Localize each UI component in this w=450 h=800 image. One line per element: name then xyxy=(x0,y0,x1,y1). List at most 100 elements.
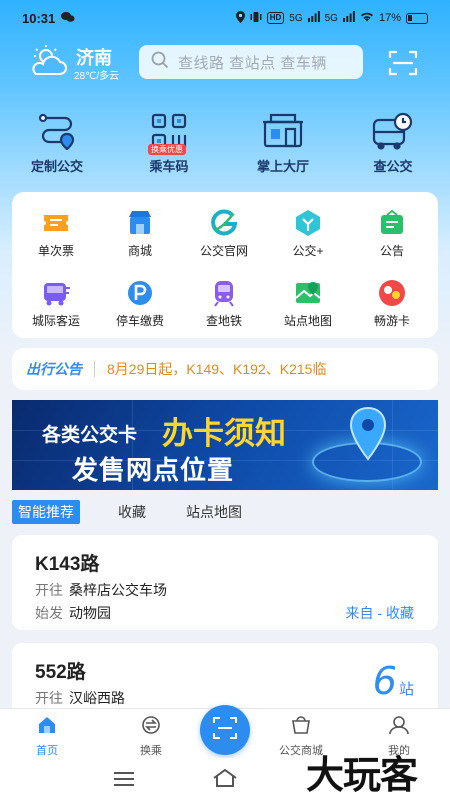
intercity-icon xyxy=(41,278,71,308)
home-icon xyxy=(37,717,57,739)
service-station-map[interactable]: 站点地图 xyxy=(268,278,348,329)
service-parking[interactable]: 停车缴费 xyxy=(100,278,180,329)
route-source-favorite[interactable]: 来自 - 收藏 xyxy=(346,603,414,623)
promo-banner[interactable]: 各类公交卡 办卡须知 发售网点位置 xyxy=(12,400,438,490)
route-destination: 开往 汉峪西路 xyxy=(35,688,125,708)
search-icon xyxy=(151,51,169,74)
scan-icon[interactable] xyxy=(388,50,418,76)
service-label: 公交官网 xyxy=(199,244,248,258)
quick-action-label: 掌上大厅 xyxy=(256,159,309,174)
route-card[interactable]: K143路 开往 桑梓店公交车场 始发 动物园 来自 - 收藏 xyxy=(12,535,438,630)
banner-line-2: 发售网点位置 xyxy=(72,455,235,485)
network-label-2: 5G xyxy=(324,12,338,24)
route-origin: 始发 动物园 xyxy=(35,603,111,623)
service-label: 公交+ xyxy=(292,244,324,258)
station-map-icon xyxy=(293,278,323,308)
route-to-value: 桑梓店公交车场 xyxy=(69,582,167,598)
service-label: 查地铁 xyxy=(205,314,242,328)
route-to-value: 汉峪西路 xyxy=(69,690,125,706)
route-from-value: 动物园 xyxy=(69,605,111,621)
service-announcement[interactable]: 公告 xyxy=(352,208,432,259)
bus-clock-icon xyxy=(348,112,438,150)
bus-plus-icon xyxy=(293,208,323,238)
route-name: 552路 xyxy=(35,662,86,683)
official-site-icon xyxy=(209,208,239,238)
banner-line-1a: 各类公交卡 xyxy=(42,425,138,446)
route-to-label: 开往 xyxy=(35,582,63,598)
route-to-label: 开往 xyxy=(35,690,63,706)
quick-action-custom-bus[interactable]: 定制公交 xyxy=(12,112,102,175)
services-grid: 单次票 商城 公交官网 公交+ 公告 城际客运 停车缴费 查地铁 站点地图 畅游… xyxy=(12,192,438,338)
nav-scan[interactable] xyxy=(200,705,250,755)
nav-home[interactable]: 首页 xyxy=(2,715,92,758)
quick-action-label: 查公交 xyxy=(373,159,413,174)
service-label: 商城 xyxy=(127,244,152,258)
tab-favorites[interactable]: 收藏 xyxy=(118,500,146,524)
metro-icon xyxy=(209,278,239,308)
route-name: K143路 xyxy=(35,554,100,575)
route-from-label: 始发 xyxy=(35,605,63,621)
home-gesture-icon[interactable] xyxy=(212,768,238,793)
mall-icon xyxy=(290,716,312,739)
nav-label: 换乘 xyxy=(140,745,162,757)
transfer-discount-badge: 换乘优惠 xyxy=(148,144,186,155)
service-label: 公告 xyxy=(379,244,404,258)
shop-icon xyxy=(125,208,155,238)
tab-smart-recommend[interactable]: 智能推荐 xyxy=(12,500,80,524)
quick-actions: 定制公交 换乘优惠 乘车码 掌上大厅 查公交 xyxy=(0,112,450,182)
service-hall-icon xyxy=(238,112,328,150)
tab-station-map[interactable]: 站点地图 xyxy=(186,500,242,524)
quick-action-service-hall[interactable]: 掌上大厅 xyxy=(238,112,328,175)
notice-text: 8月29日起，K149、K192、K215临 xyxy=(107,361,327,377)
weather-summary: 28℃/多云 xyxy=(74,71,120,82)
search-input[interactable]: 查线路 查站点 查车辆 xyxy=(139,45,363,79)
scan-icon xyxy=(212,716,238,745)
notice-divider xyxy=(94,361,95,377)
nav-label: 首页 xyxy=(36,745,58,757)
wechat-icon xyxy=(61,11,75,26)
nav-transfer[interactable]: 换乘 xyxy=(106,715,196,758)
service-metro[interactable]: 查地铁 xyxy=(184,278,264,329)
quick-action-qr-code[interactable]: 换乘优惠 乘车码 xyxy=(124,112,214,175)
service-label: 停车缴费 xyxy=(115,314,164,328)
service-bus-plus[interactable]: 公交+ xyxy=(268,208,348,259)
status-bar: 10:31 HD 5G 5G 17% xyxy=(0,0,450,36)
service-official-site[interactable]: 公交官网 xyxy=(184,208,264,259)
watermark-logo: 大玩客 xyxy=(306,755,418,797)
stops-count: 6 xyxy=(372,659,397,703)
clock: 10:31 xyxy=(22,10,56,26)
wifi-icon xyxy=(360,11,374,25)
service-label: 单次票 xyxy=(37,244,74,258)
battery-percent: 17% xyxy=(378,12,401,24)
hd-badge: HD xyxy=(266,12,285,24)
route-destination: 开往 桑梓店公交车场 xyxy=(35,580,167,600)
stops-unit: 站 xyxy=(398,681,414,698)
notice-brand: 出行公告 xyxy=(26,361,82,377)
profile-icon xyxy=(388,716,410,739)
recommend-tabs: 智能推荐 收藏 站点地图 xyxy=(12,500,438,526)
cloudy-weather-icon xyxy=(28,44,70,80)
service-label: 城际客运 xyxy=(31,314,80,328)
service-label: 站点地图 xyxy=(283,314,332,328)
app-header: 济南 28℃/多云 查线路 查站点 查车辆 xyxy=(0,42,450,86)
signal-icon xyxy=(307,11,320,25)
travel-notice[interactable]: 出行公告 8月29日起，K149、K192、K215临 xyxy=(12,348,438,390)
transfer-icon xyxy=(140,716,162,739)
location-icon xyxy=(235,10,245,26)
service-intercity[interactable]: 城际客运 xyxy=(16,278,96,329)
tour-card-icon xyxy=(377,278,407,308)
network-label-1: 5G xyxy=(289,12,303,24)
quick-action-bus-query[interactable]: 查公交 xyxy=(348,112,438,175)
signal-icon-2 xyxy=(342,11,355,25)
service-shop[interactable]: 商城 xyxy=(100,208,180,259)
quick-action-label: 乘车码 xyxy=(149,159,189,174)
route-stops-away: 6站 xyxy=(373,659,414,703)
service-single-ticket[interactable]: 单次票 xyxy=(16,208,96,259)
service-tour-card[interactable]: 畅游卡 xyxy=(352,278,432,329)
custom-bus-icon xyxy=(12,112,102,150)
menu-icon[interactable] xyxy=(114,772,134,791)
ticket-icon xyxy=(41,208,71,238)
location-pin-icon xyxy=(348,406,388,467)
service-label: 畅游卡 xyxy=(373,314,410,328)
vibrate-icon xyxy=(250,11,262,26)
